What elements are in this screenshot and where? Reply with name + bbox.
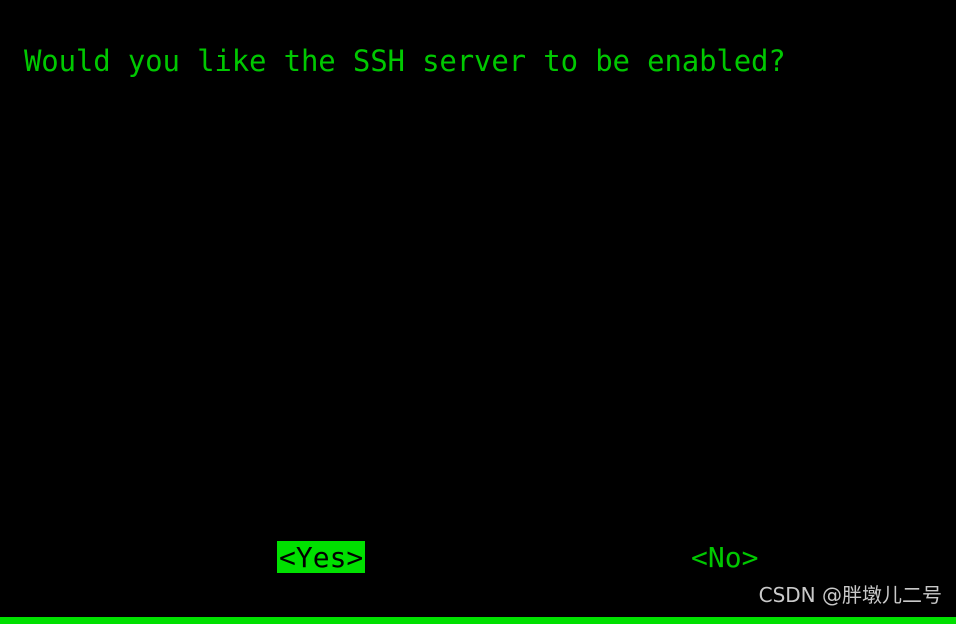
csdn-watermark: CSDN @胖墩儿二号 xyxy=(758,583,942,607)
dialog-prompt-text: Would you like the SSH server to be enab… xyxy=(24,44,786,78)
dialog-button-row: <Yes> <No> xyxy=(0,538,956,578)
terminal-screen: Would you like the SSH server to be enab… xyxy=(0,0,956,624)
no-button[interactable]: <No> xyxy=(691,542,758,574)
status-bar xyxy=(0,617,956,624)
yes-button[interactable]: <Yes> xyxy=(277,541,366,574)
